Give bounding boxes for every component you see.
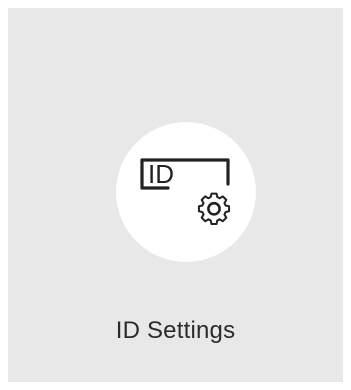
id-settings-icon[interactable]: ID (116, 122, 256, 262)
tile-label: ID Settings (115, 317, 236, 344)
id-badge-text: ID (148, 159, 174, 189)
id-gear-icon: ID (140, 158, 231, 226)
